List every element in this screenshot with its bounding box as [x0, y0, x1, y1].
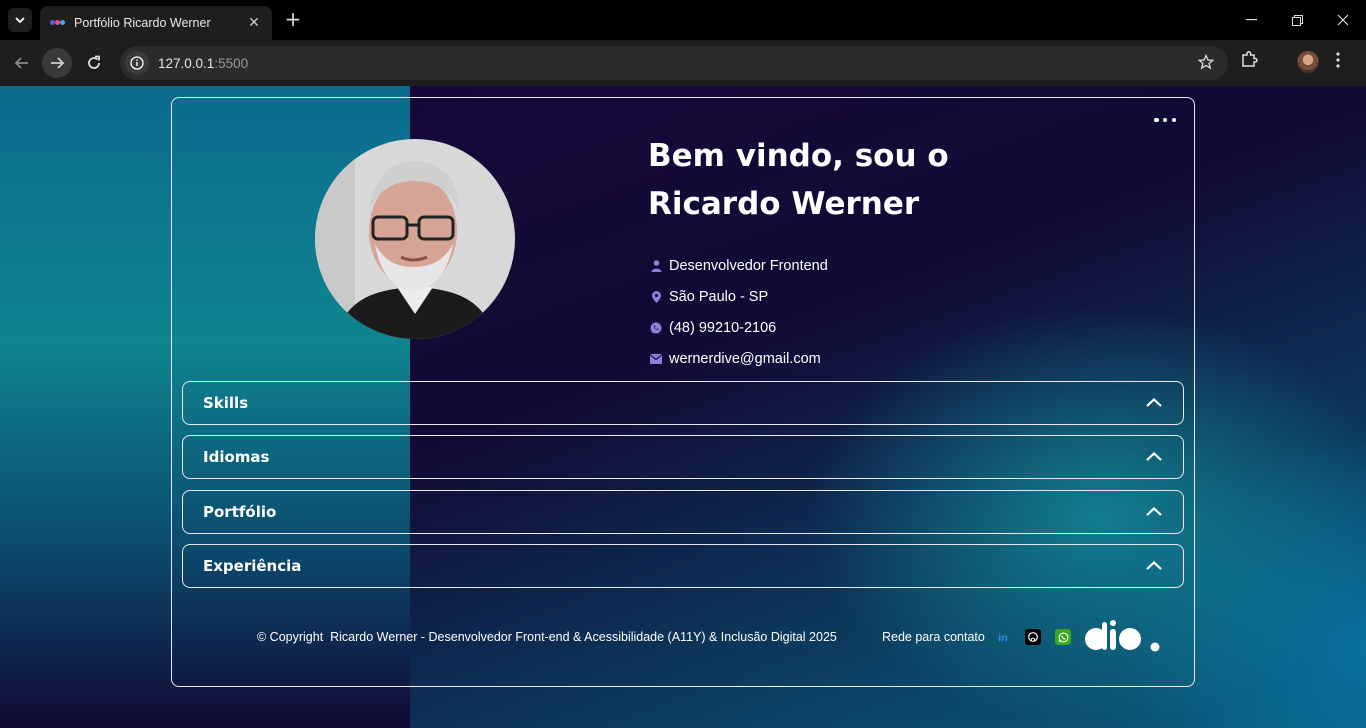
accordion-skills[interactable]: Skills: [182, 381, 1184, 425]
back-button[interactable]: [7, 48, 37, 78]
svg-text:in: in: [998, 633, 1008, 645]
profile-photo: [315, 139, 515, 339]
chevron-up-icon: [1146, 560, 1162, 570]
accordion-portfolio[interactable]: Portfólio: [182, 490, 1184, 534]
more-options-icon[interactable]: [1154, 116, 1176, 124]
info-location: São Paulo - SP: [650, 281, 828, 312]
reload-icon: [88, 55, 100, 69]
minimize-button[interactable]: [1228, 6, 1274, 34]
info-email: wernerdive@gmail.com: [650, 343, 828, 374]
browser-tab-bar: Portfólio Ricardo Werner ✕ +: [0, 0, 1366, 40]
arrow-left-icon: [14, 57, 28, 69]
chevron-up-icon: [1146, 397, 1162, 407]
info-phone: (48) 99210-2106: [650, 312, 828, 343]
tab-title: Portfólio Ricardo Werner: [74, 16, 211, 30]
heading-line-1: Bem vindo, sou o: [648, 138, 949, 174]
footer-contact-label: Rede para contato: [882, 630, 985, 644]
url-text: 127.0.0.1:5500: [158, 55, 249, 71]
linkedin-icon[interactable]: in: [995, 629, 1011, 645]
accordion-experiencia[interactable]: Experiência: [182, 544, 1184, 588]
forward-button[interactable]: [42, 48, 72, 78]
tab-search-button[interactable]: [8, 8, 32, 32]
new-tab-button[interactable]: +: [282, 8, 304, 30]
arrow-right-icon: [51, 57, 65, 69]
location-pin-icon: [650, 290, 662, 303]
info-role: Desenvolvedor Frontend: [650, 250, 828, 281]
chevron-up-icon: [1146, 451, 1162, 461]
welcome-heading: Bem vindo, sou o Ricardo Werner: [648, 132, 1128, 228]
footer-copyright: © Copyright Ricardo Werner - Desenvolved…: [257, 630, 837, 644]
dio-logo[interactable]: [1084, 620, 1160, 656]
favicon-icon: [50, 18, 65, 28]
site-info-icon[interactable]: [125, 51, 149, 75]
accordion-idiomas[interactable]: Idiomas: [182, 435, 1184, 479]
profile-avatar[interactable]: [1297, 51, 1319, 73]
close-icon: [1337, 14, 1349, 26]
chevron-up-icon: [1146, 506, 1162, 516]
page-viewport: Bem vindo, sou o Ricardo Werner Desenvol…: [0, 86, 1366, 728]
browser-menu-icon[interactable]: [1336, 52, 1340, 72]
portfolio-card: Bem vindo, sou o Ricardo Werner Desenvol…: [171, 97, 1195, 687]
address-bar[interactable]: 127.0.0.1:5500: [120, 46, 1228, 80]
mail-icon: [650, 353, 662, 365]
close-tab-icon[interactable]: ✕: [246, 15, 262, 31]
contact-info-list: Desenvolvedor Frontend São Paulo - SP (4…: [650, 250, 828, 374]
minimize-icon: [1245, 19, 1257, 21]
bookmark-star-icon[interactable]: [1197, 53, 1215, 74]
close-window-button[interactable]: [1320, 6, 1366, 34]
whatsapp-icon: [650, 322, 662, 334]
chevron-down-icon: [15, 17, 25, 24]
heading-name: Ricardo Werner: [648, 186, 920, 222]
extensions-puzzle-icon[interactable]: [1240, 50, 1258, 72]
restore-icon: [1291, 14, 1303, 26]
browser-toolbar: 127.0.0.1:5500: [0, 40, 1366, 86]
whatsapp-icon[interactable]: [1055, 629, 1071, 645]
restore-button[interactable]: [1274, 6, 1320, 34]
browser-tab[interactable]: Portfólio Ricardo Werner ✕: [40, 6, 272, 40]
github-icon[interactable]: [1025, 629, 1041, 645]
user-icon: [650, 259, 662, 272]
reload-button[interactable]: [79, 48, 109, 78]
